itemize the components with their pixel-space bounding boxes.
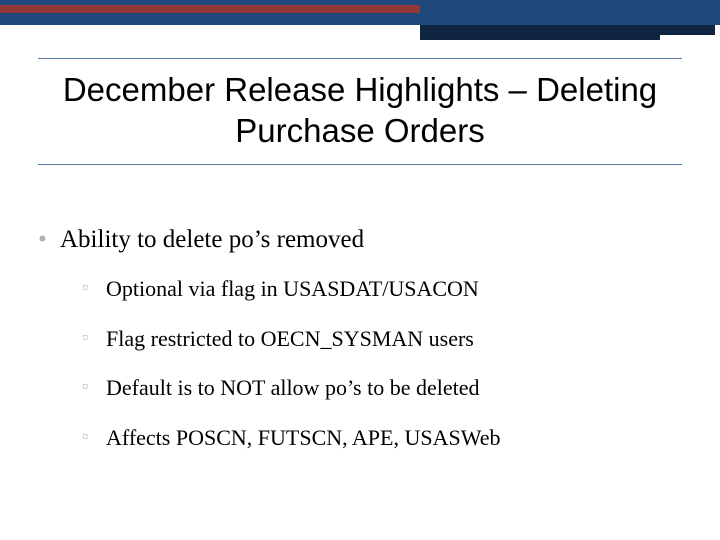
top-band-dark-strip — [420, 25, 715, 35]
list-item: Ability to delete po’s removed Optional … — [34, 225, 686, 451]
list-item-text: Default is to NOT allow po’s to be delet… — [106, 375, 480, 400]
bullet-list: Ability to delete po’s removed Optional … — [34, 225, 686, 451]
list-item: Flag restricted to OECN_SYSMAN users — [60, 325, 686, 353]
list-item: Optional via flag in USASDAT/USACON — [60, 275, 686, 303]
list-item-text: Affects POSCN, FUTSCN, APE, USASWeb — [106, 425, 501, 450]
list-item: Affects POSCN, FUTSCN, APE, USASWeb — [60, 424, 686, 452]
top-band-dark-strip-2 — [420, 35, 660, 40]
top-band-red-strip — [0, 5, 420, 13]
list-item-text: Ability to delete po’s removed — [60, 226, 364, 253]
slide: December Release Highlights – Deleting P… — [0, 0, 720, 540]
slide-title: December Release Highlights – Deleting P… — [38, 69, 682, 152]
list-item-text: Flag restricted to OECN_SYSMAN users — [106, 326, 474, 351]
sub-bullet-list: Optional via flag in USASDAT/USACON Flag… — [60, 275, 686, 451]
body: Ability to delete po’s removed Optional … — [34, 225, 686, 473]
list-item-text: Optional via flag in USASDAT/USACON — [106, 276, 479, 301]
title-box: December Release Highlights – Deleting P… — [38, 58, 682, 165]
list-item: Default is to NOT allow po’s to be delet… — [60, 374, 686, 402]
